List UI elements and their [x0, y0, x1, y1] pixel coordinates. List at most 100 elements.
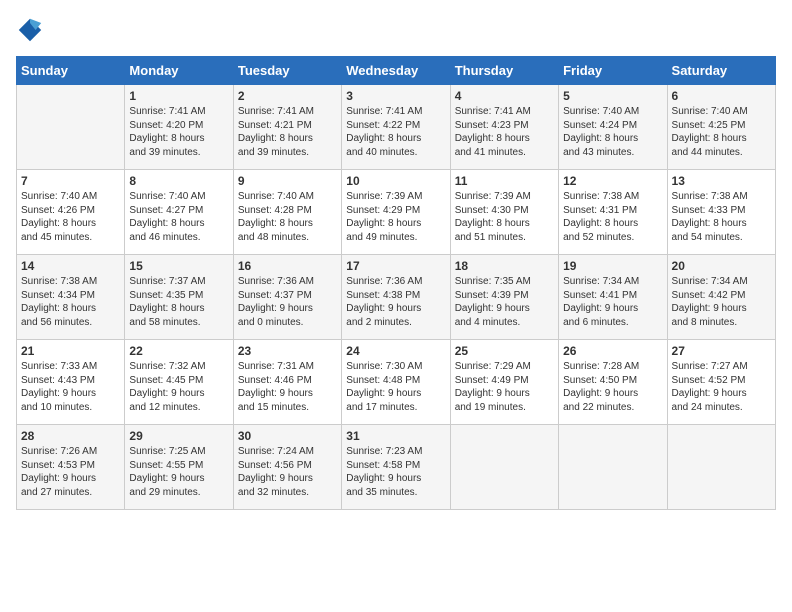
day-number: 21 — [21, 344, 120, 358]
calendar-cell: 25 Sunrise: 7:29 AM Sunset: 4:49 PM Dayli… — [450, 340, 558, 425]
day-number: 22 — [129, 344, 228, 358]
cell-content: Sunrise: 7:40 AM Sunset: 4:25 PM Dayligh… — [672, 105, 771, 159]
cell-content: Sunrise: 7:40 AM Sunset: 4:26 PM Dayligh… — [21, 190, 120, 244]
day-number: 9 — [238, 174, 337, 188]
day-number: 2 — [238, 89, 337, 103]
day-number: 23 — [238, 344, 337, 358]
day-number: 29 — [129, 429, 228, 443]
cell-content: Sunrise: 7:38 AM Sunset: 4:34 PM Dayligh… — [21, 275, 120, 329]
day-number: 31 — [346, 429, 445, 443]
day-number: 26 — [563, 344, 662, 358]
day-number: 6 — [672, 89, 771, 103]
cell-content: Sunrise: 7:39 AM Sunset: 4:29 PM Dayligh… — [346, 190, 445, 244]
day-number: 20 — [672, 259, 771, 273]
cell-content: Sunrise: 7:41 AM Sunset: 4:22 PM Dayligh… — [346, 105, 445, 159]
cell-content: Sunrise: 7:31 AM Sunset: 4:46 PM Dayligh… — [238, 360, 337, 414]
calendar-cell: 18 Sunrise: 7:35 AM Sunset: 4:39 PM Dayli… — [450, 255, 558, 340]
cell-content: Sunrise: 7:35 AM Sunset: 4:39 PM Dayligh… — [455, 275, 554, 329]
calendar-cell: 11 Sunrise: 7:39 AM Sunset: 4:30 PM Dayli… — [450, 170, 558, 255]
day-number: 12 — [563, 174, 662, 188]
day-number: 16 — [238, 259, 337, 273]
day-number: 17 — [346, 259, 445, 273]
calendar-cell: 8Sunrise: 7:40 AM Sunset: 4:27 PM Daylig… — [125, 170, 233, 255]
day-number: 11 — [455, 174, 554, 188]
cell-content: Sunrise: 7:34 AM Sunset: 4:41 PM Dayligh… — [563, 275, 662, 329]
calendar-cell: 7 Sunrise: 7:40 AM Sunset: 4:26 PM Daylig… — [17, 170, 125, 255]
calendar-week-row: 7 Sunrise: 7:40 AM Sunset: 4:26 PM Daylig… — [17, 170, 776, 255]
cell-content: Sunrise: 7:40 AM Sunset: 4:27 PM Dayligh… — [129, 190, 228, 244]
day-number: 7 — [21, 174, 120, 188]
weekday-header-tuesday: Tuesday — [233, 57, 341, 85]
cell-content: Sunrise: 7:37 AM Sunset: 4:35 PM Dayligh… — [129, 275, 228, 329]
cell-content: Sunrise: 7:36 AM Sunset: 4:38 PM Dayligh… — [346, 275, 445, 329]
cell-content: Sunrise: 7:40 AM Sunset: 4:24 PM Dayligh… — [563, 105, 662, 159]
calendar-cell: 28 Sunrise: 7:26 AM Sunset: 4:53 PM Dayli… — [17, 425, 125, 510]
calendar-week-row: 28 Sunrise: 7:26 AM Sunset: 4:53 PM Dayli… — [17, 425, 776, 510]
weekday-header-monday: Monday — [125, 57, 233, 85]
day-number: 28 — [21, 429, 120, 443]
cell-content: Sunrise: 7:30 AM Sunset: 4:48 PM Dayligh… — [346, 360, 445, 414]
weekday-header-saturday: Saturday — [667, 57, 775, 85]
calendar-week-row: 1 Sunrise: 7:41 AM Sunset: 4:20 PM Daylig… — [17, 85, 776, 170]
cell-content: Sunrise: 7:41 AM Sunset: 4:20 PM Dayligh… — [129, 105, 228, 159]
calendar-cell — [667, 425, 775, 510]
calendar-cell: 12 Sunrise: 7:38 AM Sunset: 4:31 PM Dayli… — [559, 170, 667, 255]
cell-content: Sunrise: 7:27 AM Sunset: 4:52 PM Dayligh… — [672, 360, 771, 414]
day-number: 18 — [455, 259, 554, 273]
weekday-header-sunday: Sunday — [17, 57, 125, 85]
cell-content: Sunrise: 7:36 AM Sunset: 4:37 PM Dayligh… — [238, 275, 337, 329]
calendar-week-row: 21Sunrise: 7:33 AM Sunset: 4:43 PM Dayli… — [17, 340, 776, 425]
calendar-cell: 24 Sunrise: 7:30 AM Sunset: 4:48 PM Dayli… — [342, 340, 450, 425]
cell-content: Sunrise: 7:41 AM Sunset: 4:23 PM Dayligh… — [455, 105, 554, 159]
calendar-cell: 5 Sunrise: 7:40 AM Sunset: 4:24 PM Daylig… — [559, 85, 667, 170]
calendar-cell: 10 Sunrise: 7:39 AM Sunset: 4:29 PM Dayli… — [342, 170, 450, 255]
calendar-cell: 19 Sunrise: 7:34 AM Sunset: 4:41 PM Dayli… — [559, 255, 667, 340]
calendar-cell: 17 Sunrise: 7:36 AM Sunset: 4:38 PM Dayli… — [342, 255, 450, 340]
cell-content: Sunrise: 7:38 AM Sunset: 4:31 PM Dayligh… — [563, 190, 662, 244]
day-number: 24 — [346, 344, 445, 358]
cell-content: Sunrise: 7:38 AM Sunset: 4:33 PM Dayligh… — [672, 190, 771, 244]
logo-icon — [16, 16, 44, 44]
calendar-cell: 14 Sunrise: 7:38 AM Sunset: 4:34 PM Dayli… — [17, 255, 125, 340]
calendar-cell — [559, 425, 667, 510]
cell-content: Sunrise: 7:39 AM Sunset: 4:30 PM Dayligh… — [455, 190, 554, 244]
cell-content: Sunrise: 7:23 AM Sunset: 4:58 PM Dayligh… — [346, 445, 445, 499]
day-number: 13 — [672, 174, 771, 188]
logo — [16, 16, 48, 44]
calendar-cell: 29Sunrise: 7:25 AM Sunset: 4:55 PM Dayli… — [125, 425, 233, 510]
calendar-cell: 23 Sunrise: 7:31 AM Sunset: 4:46 PM Dayli… — [233, 340, 341, 425]
page-header — [16, 16, 776, 44]
cell-content: Sunrise: 7:26 AM Sunset: 4:53 PM Dayligh… — [21, 445, 120, 499]
day-number: 19 — [563, 259, 662, 273]
day-number: 15 — [129, 259, 228, 273]
day-number: 30 — [238, 429, 337, 443]
cell-content: Sunrise: 7:24 AM Sunset: 4:56 PM Dayligh… — [238, 445, 337, 499]
cell-content: Sunrise: 7:32 AM Sunset: 4:45 PM Dayligh… — [129, 360, 228, 414]
calendar-cell: 6 Sunrise: 7:40 AM Sunset: 4:25 PM Daylig… — [667, 85, 775, 170]
calendar-cell: 13 Sunrise: 7:38 AM Sunset: 4:33 PM Dayli… — [667, 170, 775, 255]
day-number: 3 — [346, 89, 445, 103]
calendar-table: SundayMondayTuesdayWednesdayThursdayFrid… — [16, 56, 776, 510]
day-number: 5 — [563, 89, 662, 103]
calendar-cell: 3 Sunrise: 7:41 AM Sunset: 4:22 PM Daylig… — [342, 85, 450, 170]
calendar-cell: 30 Sunrise: 7:24 AM Sunset: 4:56 PM Dayli… — [233, 425, 341, 510]
calendar-cell: 20Sunrise: 7:34 AM Sunset: 4:42 PM Dayli… — [667, 255, 775, 340]
cell-content: Sunrise: 7:41 AM Sunset: 4:21 PM Dayligh… — [238, 105, 337, 159]
cell-content: Sunrise: 7:40 AM Sunset: 4:28 PM Dayligh… — [238, 190, 337, 244]
calendar-cell: 31 Sunrise: 7:23 AM Sunset: 4:58 PM Dayli… — [342, 425, 450, 510]
cell-content: Sunrise: 7:28 AM Sunset: 4:50 PM Dayligh… — [563, 360, 662, 414]
day-number: 27 — [672, 344, 771, 358]
calendar-cell: 9 Sunrise: 7:40 AM Sunset: 4:28 PM Daylig… — [233, 170, 341, 255]
calendar-cell: 22 Sunrise: 7:32 AM Sunset: 4:45 PM Dayli… — [125, 340, 233, 425]
calendar-cell: 4Sunrise: 7:41 AM Sunset: 4:23 PM Daylig… — [450, 85, 558, 170]
day-number: 14 — [21, 259, 120, 273]
weekday-header-thursday: Thursday — [450, 57, 558, 85]
day-number: 25 — [455, 344, 554, 358]
cell-content: Sunrise: 7:29 AM Sunset: 4:49 PM Dayligh… — [455, 360, 554, 414]
weekday-header-row: SundayMondayTuesdayWednesdayThursdayFrid… — [17, 57, 776, 85]
day-number: 1 — [129, 89, 228, 103]
calendar-cell — [450, 425, 558, 510]
calendar-cell: 27 Sunrise: 7:27 AM Sunset: 4:52 PM Dayli… — [667, 340, 775, 425]
weekday-header-wednesday: Wednesday — [342, 57, 450, 85]
day-number: 10 — [346, 174, 445, 188]
